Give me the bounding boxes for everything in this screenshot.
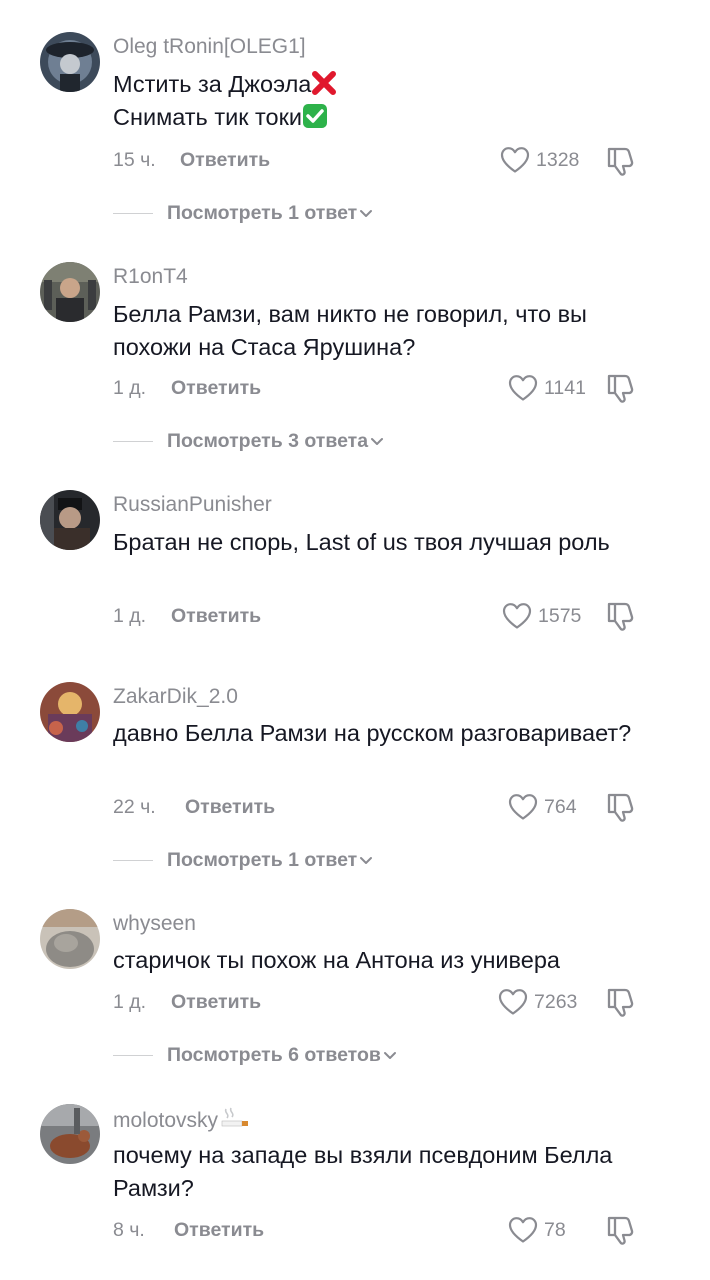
avatar[interactable] (40, 1104, 100, 1164)
like-count: 1141 (544, 376, 586, 399)
username[interactable]: Oleg tRonin[OLEG1] (113, 35, 306, 59)
timestamp: 8 ч. (113, 1219, 145, 1241)
reply-button[interactable]: Ответить (180, 149, 270, 172)
view-replies-button[interactable]: Посмотреть 6 ответов (113, 1044, 397, 1067)
like-button[interactable]: 78 (508, 1216, 566, 1244)
reply-button[interactable]: Ответить (185, 796, 275, 819)
like-button[interactable]: 1575 (502, 602, 581, 630)
view-replies-button[interactable]: Посмотреть 1 ответ (113, 202, 373, 225)
view-replies-button[interactable]: Посмотреть 1 ответ (113, 849, 373, 872)
like-count: 764 (544, 795, 577, 818)
username[interactable]: molotovsky (113, 1107, 250, 1135)
like-count: 1575 (538, 604, 582, 627)
timestamp: 22 ч. (113, 796, 156, 818)
heart-icon (508, 374, 538, 402)
chevron-down-icon (359, 856, 373, 866)
like-count: 78 (544, 1218, 566, 1241)
username[interactable]: ZakarDik_2.0 (113, 685, 238, 709)
avatar[interactable] (40, 32, 100, 92)
like-button[interactable]: 1141 (508, 374, 586, 402)
heart-icon (502, 602, 532, 630)
check-mark-icon (302, 103, 328, 129)
chevron-down-icon (383, 1051, 397, 1061)
comment-text: Белла Рамзи, вам никто не говорил, что в… (113, 301, 587, 360)
reply-button[interactable]: Ответить (171, 605, 261, 628)
avatar[interactable] (40, 909, 100, 969)
timestamp: 1 д. (113, 377, 147, 399)
divider (113, 213, 153, 214)
heart-icon (508, 1216, 538, 1244)
comment-text: Мстить за Джоэла Снимать тик токи (113, 68, 653, 134)
comment-text: Братан не спорь, Last of us твоя лучшая … (113, 529, 610, 555)
chevron-down-icon (370, 437, 384, 447)
thumbs-down-icon[interactable] (604, 600, 636, 632)
divider (113, 1055, 153, 1056)
like-button[interactable]: 7263 (498, 988, 577, 1016)
like-count: 7263 (534, 990, 578, 1013)
view-replies-label: Посмотреть 3 ответа (167, 430, 369, 452)
view-replies-label: Посмотреть 1 ответ (167, 202, 358, 224)
view-replies-label: Посмотреть 6 ответов (167, 1044, 381, 1066)
avatar[interactable] (40, 262, 100, 322)
cross-mark-icon (311, 70, 337, 96)
avatar[interactable] (40, 490, 100, 550)
heart-icon (500, 146, 530, 174)
comment-text-line: Мстить за Джоэла (113, 71, 312, 97)
reply-button[interactable]: Ответить (174, 1219, 264, 1242)
comment-text: старичок ты похож на Антона из универа (113, 947, 560, 973)
thumbs-down-icon[interactable] (604, 145, 636, 177)
username[interactable]: RussianPunisher (113, 493, 272, 517)
divider (113, 441, 153, 442)
heart-icon (508, 793, 538, 821)
comment-text-line: Снимать тик токи (113, 104, 302, 130)
like-count: 1328 (536, 148, 580, 171)
timestamp: 15 ч. (113, 149, 156, 171)
reply-button[interactable]: Ответить (171, 991, 261, 1014)
heart-icon (498, 988, 528, 1016)
like-button[interactable]: 764 (508, 793, 577, 821)
view-replies-button[interactable]: Посмотреть 3 ответа (113, 430, 384, 453)
reply-button[interactable]: Ответить (171, 377, 261, 400)
divider (113, 860, 153, 861)
comment-text: почему на западе вы взяли псевдоним Белл… (113, 1142, 613, 1201)
username-text: molotovsky (113, 1109, 219, 1132)
username[interactable]: R1onT4 (113, 265, 188, 289)
view-replies-label: Посмотреть 1 ответ (167, 849, 358, 871)
timestamp: 1 д. (113, 991, 147, 1013)
timestamp: 1 д. (113, 605, 147, 627)
like-button[interactable]: 1328 (500, 146, 579, 174)
comment-text: давно Белла Рамзи на русском разговарива… (113, 720, 632, 746)
thumbs-down-icon[interactable] (604, 986, 636, 1018)
avatar[interactable] (40, 682, 100, 742)
cigarette-icon (220, 1107, 250, 1135)
chevron-down-icon (359, 209, 373, 219)
username[interactable]: whyseen (113, 912, 196, 936)
thumbs-down-icon[interactable] (604, 1214, 636, 1246)
thumbs-down-icon[interactable] (604, 372, 636, 404)
thumbs-down-icon[interactable] (604, 791, 636, 823)
